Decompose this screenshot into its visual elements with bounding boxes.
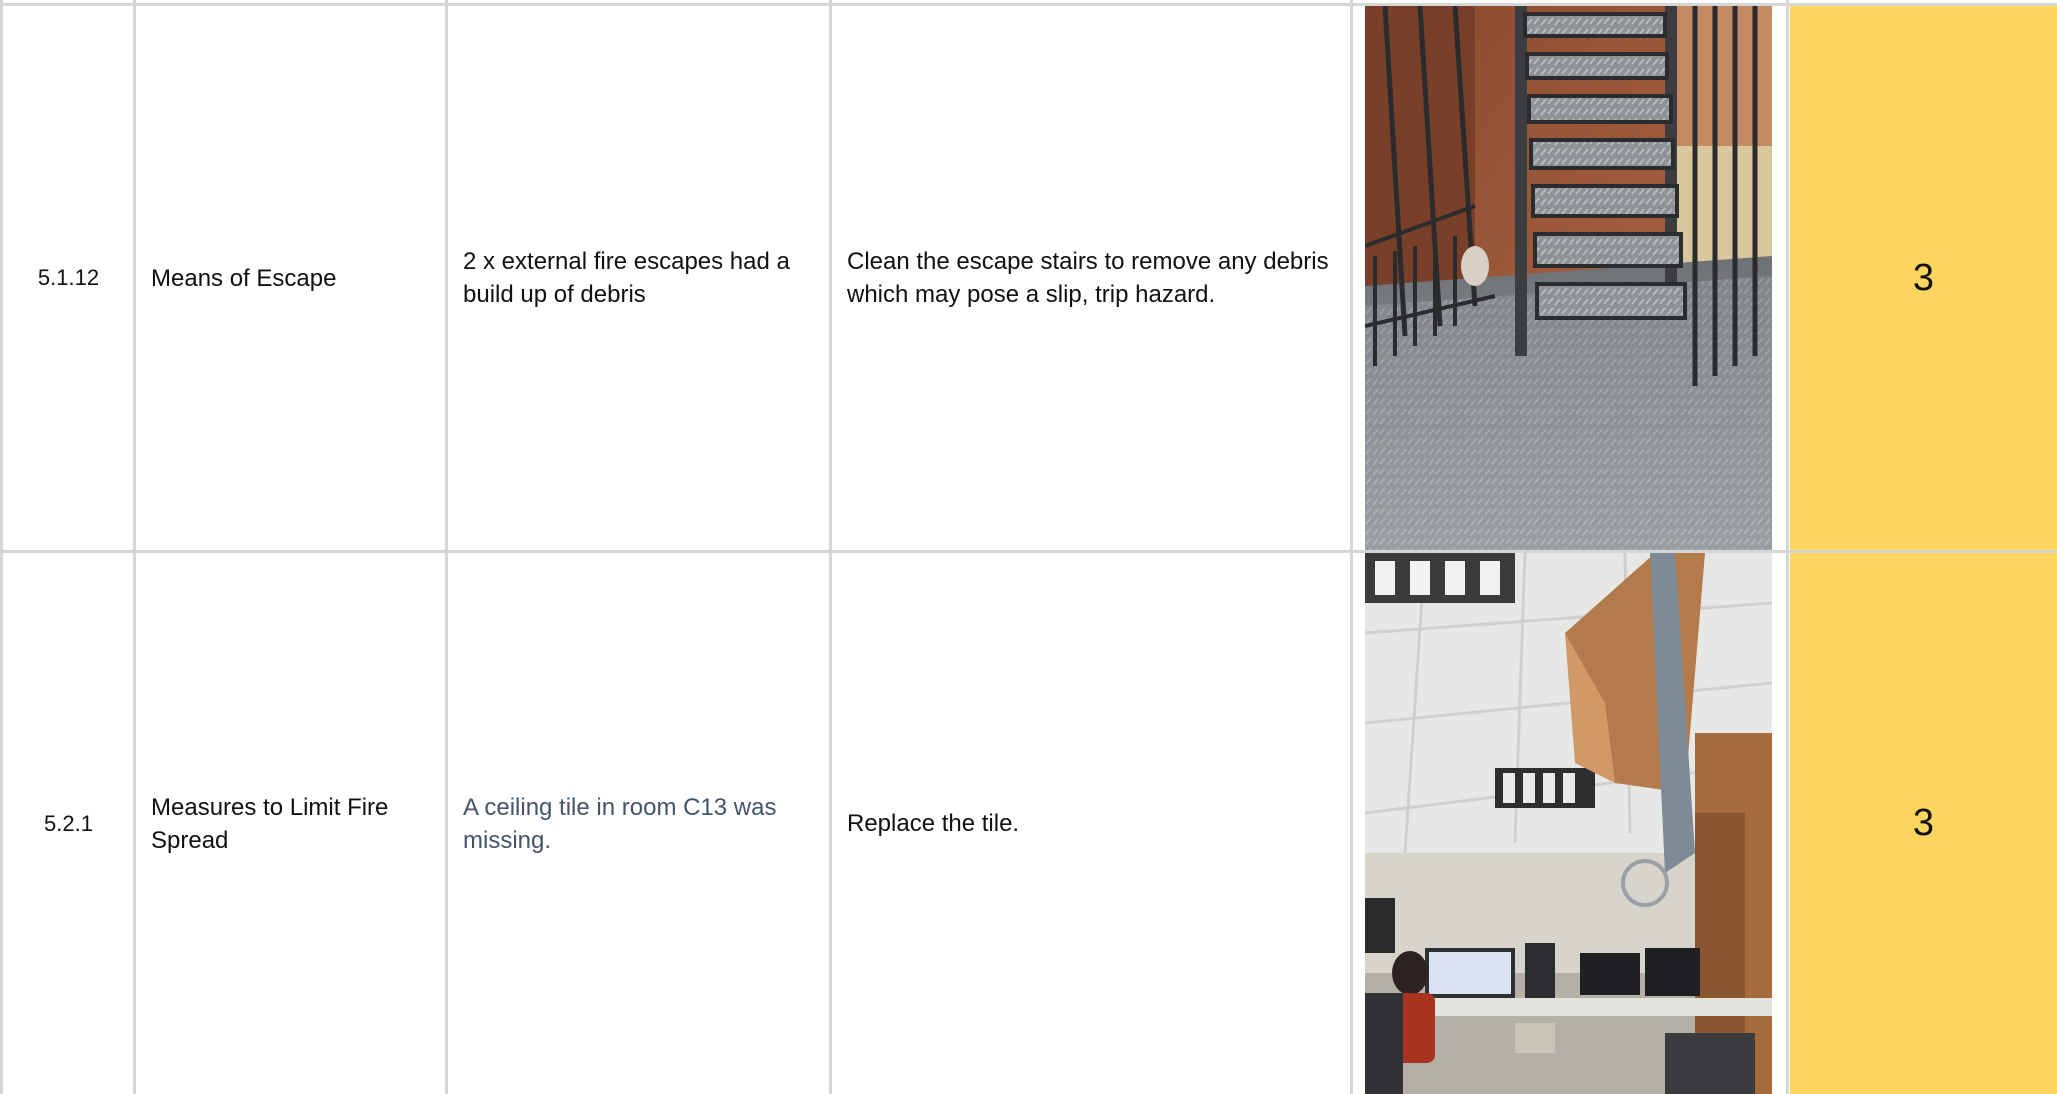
finding-text: A ceiling tile in room C13 was missing. (463, 793, 777, 854)
item-reference: 5.1.12 (37, 265, 100, 290)
priority-rating: 3 (1790, 6, 2057, 550)
recommended-action: Clean the escape stairs to remove any de… (847, 248, 1329, 308)
table-row: 5.2.1 Measures to Limit Fire Spread A ce… (0, 553, 2057, 1094)
section-name: Means of Escape (151, 264, 337, 292)
finding-text: 2 x external fire escapes had a build up… (463, 248, 790, 308)
section-name: Measures to Limit Fire Spread (151, 793, 389, 854)
table-row: 5.1.12 Means of Escape 2 x external fire… (0, 6, 2057, 550)
priority-rating: 3 (1790, 553, 2057, 1094)
external-fire-escape-stairs-photo-icon (1365, 6, 1772, 550)
office-missing-ceiling-tile-photo-icon (1365, 553, 1772, 1094)
missing-ceiling-tile-photo (1365, 553, 1772, 1094)
recommended-action: Replace the tile. (847, 810, 1020, 837)
item-reference: 5.2.1 (44, 810, 93, 836)
fire-escape-stairs-photo (1365, 6, 1772, 550)
